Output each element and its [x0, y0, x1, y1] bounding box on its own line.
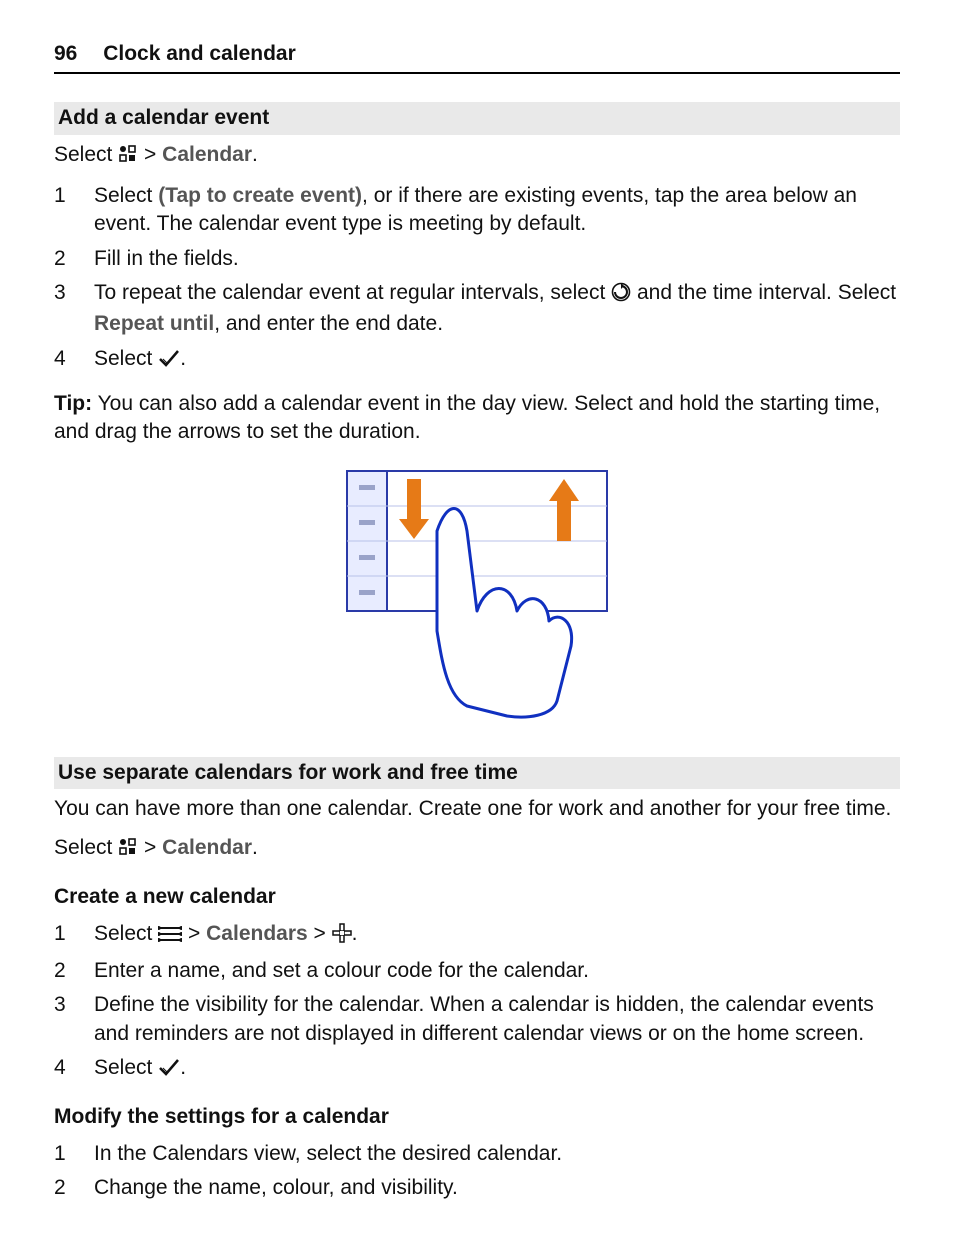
step-item: 2 Enter a name, and set a colour code fo… — [54, 957, 900, 985]
step-item: 1 In the Calendars view, select the desi… — [54, 1140, 900, 1168]
step-number: 3 — [54, 991, 94, 1048]
add-event-steps: 1 Select (Tap to create event), or if th… — [54, 182, 900, 376]
repeat-icon — [611, 282, 631, 310]
period: . — [252, 836, 258, 859]
drag-duration-figure — [54, 461, 900, 729]
create-calendar-steps: 1 Select > Calendars > — [54, 920, 900, 1086]
step-body: In the Calendars view, select the desire… — [94, 1140, 900, 1168]
chapter-title: Clock and calendar — [103, 42, 296, 65]
step-body: Select . — [94, 1054, 900, 1085]
step-item: 1 Select > Calendars > — [54, 920, 900, 951]
section-heading-add-event: Add a calendar event — [54, 102, 900, 134]
step-number: 3 — [54, 279, 94, 339]
select-text: Select — [54, 143, 118, 166]
select-calendar-line-2: Select > Calendar. — [54, 834, 900, 865]
step-number: 4 — [54, 345, 94, 376]
separate-calendars-intro: You can have more than one calendar. Cre… — [54, 795, 900, 823]
menu-apps-icon — [118, 837, 138, 865]
repeat-until-label: Repeat until — [94, 312, 214, 335]
options-menu-icon — [158, 923, 182, 951]
period: . — [252, 143, 258, 166]
step-body: Define the visibility for the calendar. … — [94, 991, 900, 1048]
step-item: 2 Fill in the fields. — [54, 245, 900, 273]
step-number: 2 — [54, 245, 94, 273]
step-number: 1 — [54, 1140, 94, 1168]
tip-paragraph: Tip: You can also add a calendar event i… — [54, 390, 900, 447]
step-item: 3 Define the visibility for the calendar… — [54, 991, 900, 1048]
checkmark-icon — [158, 1057, 180, 1085]
step-number: 2 — [54, 1174, 94, 1202]
step-body: Change the name, colour, and visibility. — [94, 1174, 900, 1202]
step-body: Select . — [94, 345, 900, 376]
step-body: Fill in the fields. — [94, 245, 900, 273]
step-body: Enter a name, and set a colour code for … — [94, 957, 900, 985]
step-number: 1 — [54, 182, 94, 239]
calendar-label: Calendar — [162, 143, 252, 166]
gt-separator: > — [144, 143, 162, 166]
step-item: 2 Change the name, colour, and visibilit… — [54, 1174, 900, 1202]
plus-icon — [332, 923, 352, 951]
step-body: To repeat the calendar event at regular … — [94, 279, 900, 339]
gt-separator: > — [144, 836, 162, 859]
create-calendar-heading: Create a new calendar — [54, 883, 900, 911]
calendars-label: Calendars — [206, 922, 308, 945]
step-number: 2 — [54, 957, 94, 985]
step-item: 4 Select . — [54, 1054, 900, 1085]
section-heading-separate-calendars: Use separate calendars for work and free… — [54, 757, 900, 789]
tap-to-create-label: (Tap to create event) — [158, 184, 362, 207]
page-number: 96 — [54, 42, 77, 65]
step-item: 4 Select . — [54, 345, 900, 376]
menu-apps-icon — [118, 144, 138, 172]
step-item: 1 Select (Tap to create event), or if th… — [54, 182, 900, 239]
tip-text: You can also add a calendar event in the… — [54, 392, 880, 443]
modify-calendar-heading: Modify the settings for a calendar — [54, 1103, 900, 1131]
step-number: 4 — [54, 1054, 94, 1085]
step-body: Select > Calendars > — [94, 920, 900, 951]
calendar-label: Calendar — [162, 836, 252, 859]
select-calendar-line: Select > Calendar. — [54, 141, 900, 172]
modify-calendar-steps: 1 In the Calendars view, select the desi… — [54, 1140, 900, 1203]
checkmark-icon — [158, 348, 180, 376]
step-item: 3 To repeat the calendar event at regula… — [54, 279, 900, 339]
step-body: Select (Tap to create event), or if ther… — [94, 182, 900, 239]
step-number: 1 — [54, 920, 94, 951]
page-header: 96 Clock and calendar — [54, 40, 900, 74]
select-text: Select — [54, 836, 118, 859]
tip-label: Tip: — [54, 392, 92, 415]
